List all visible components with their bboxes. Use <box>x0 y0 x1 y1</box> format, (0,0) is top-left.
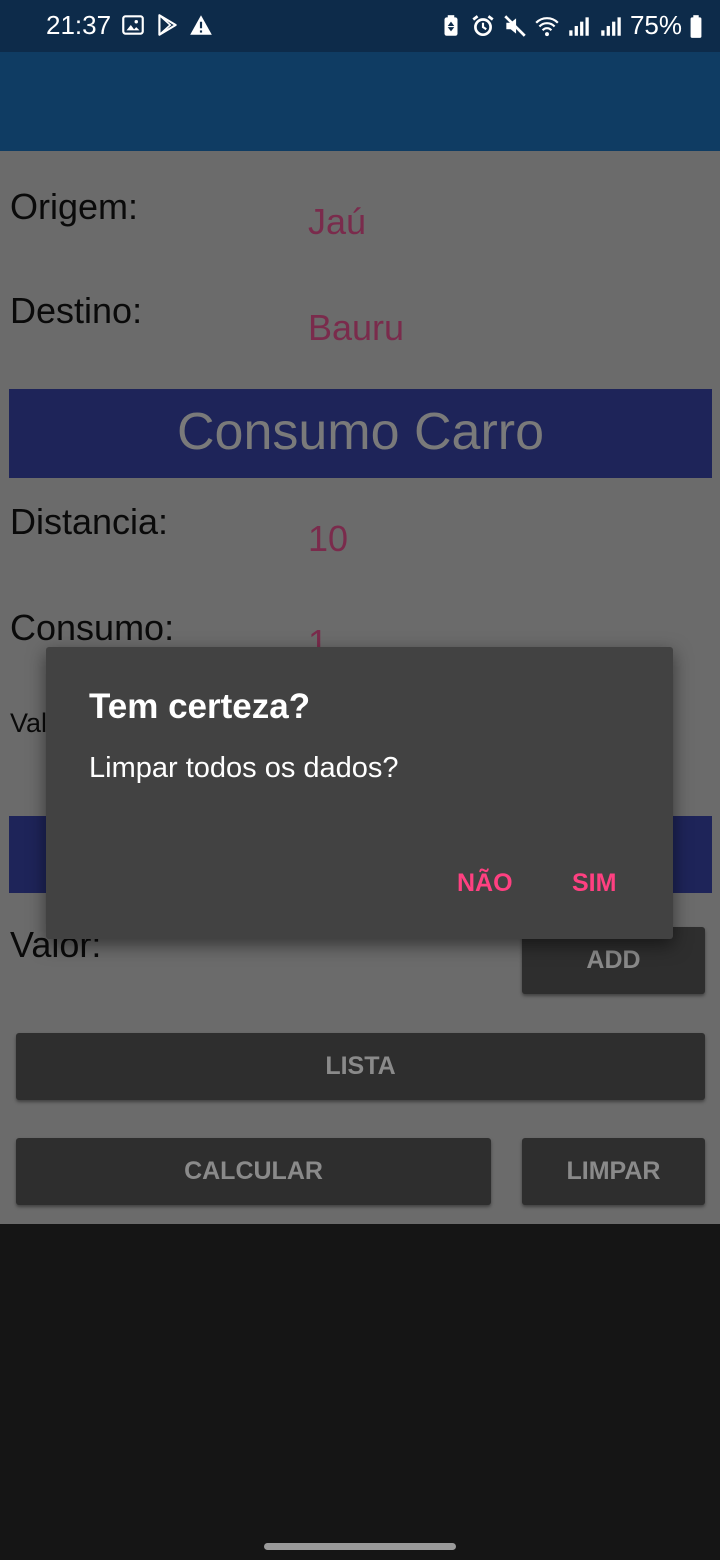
valor-partial-label: Val <box>10 708 48 738</box>
dialog-title: Tem certeza? <box>89 687 311 726</box>
signal-icon <box>566 13 592 39</box>
consumo-label: Consumo: <box>10 607 175 648</box>
status-time: 21:37 <box>46 10 112 40</box>
warning-icon <box>188 12 214 38</box>
limpar-button[interactable]: LIMPAR <box>522 1138 705 1205</box>
mute-icon <box>502 13 528 39</box>
battery-saver-icon <box>438 13 464 39</box>
gesture-nav-handle[interactable] <box>264 1543 456 1550</box>
dialog-message: Limpar todos os dados? <box>89 752 399 784</box>
destino-label: Destino: <box>10 290 143 331</box>
play-store-icon <box>154 12 180 38</box>
dialog-no-button[interactable]: NÃO <box>457 869 513 898</box>
calcular-button[interactable]: CALCULAR <box>16 1138 491 1205</box>
lista-button[interactable]: LISTA <box>16 1033 705 1100</box>
status-bar: 21:37 75% <box>0 0 720 52</box>
battery-icon <box>688 13 704 39</box>
dialog-yes-button[interactable]: SIM <box>572 869 616 898</box>
origem-input[interactable]: Jaú <box>308 201 366 243</box>
destino-input[interactable]: Bauru <box>308 307 404 349</box>
distancia-label: Distancia: <box>10 501 169 542</box>
signal-icon <box>598 13 624 39</box>
distancia-input[interactable]: 10 <box>308 518 348 560</box>
alarm-icon <box>470 13 496 39</box>
app-bar <box>0 52 720 151</box>
wifi-icon <box>534 13 560 39</box>
origem-label: Origem: <box>10 186 139 227</box>
section-title-banner: Consumo Carro <box>9 389 712 478</box>
image-icon <box>120 12 146 38</box>
confirm-dialog: Tem certeza? Limpar todos os dados? NÃO … <box>46 647 673 939</box>
battery-percent: 75% <box>629 10 682 40</box>
